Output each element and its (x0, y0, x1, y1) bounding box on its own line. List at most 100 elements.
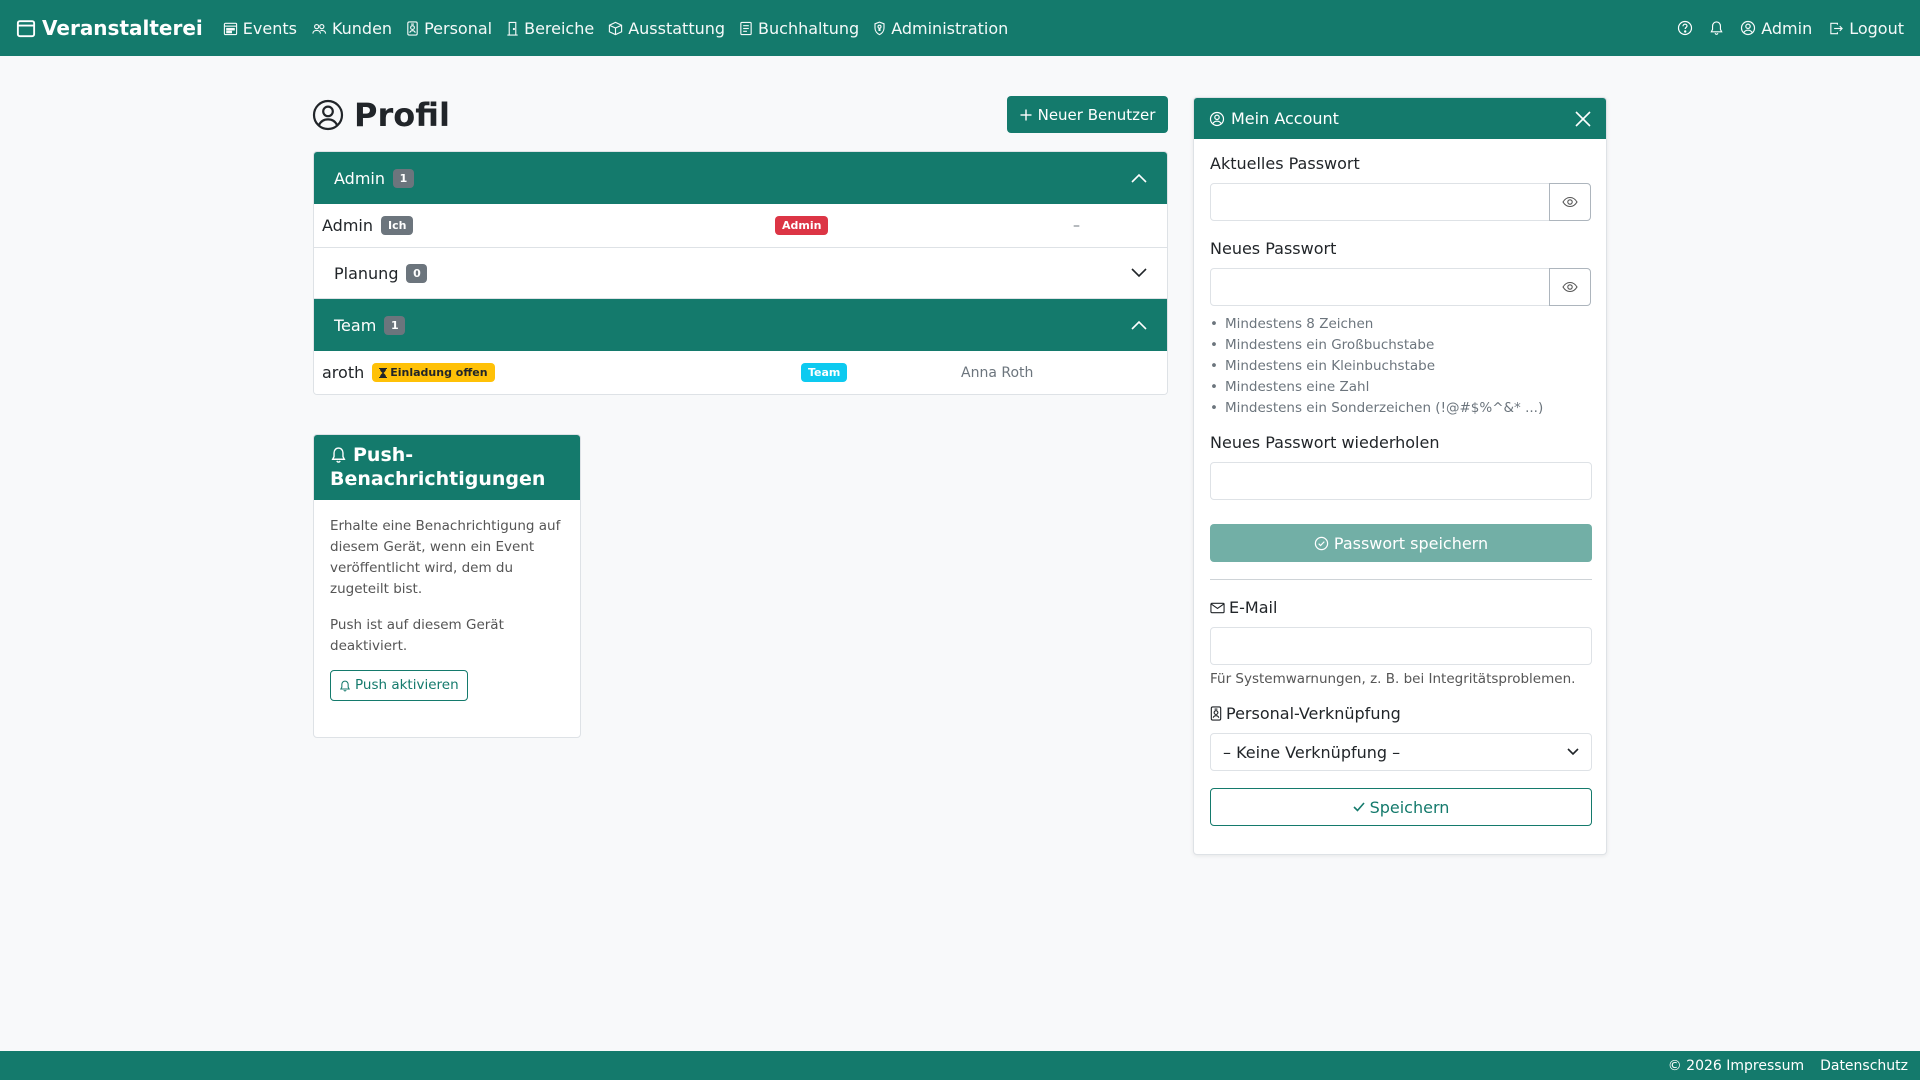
save-account-button[interactable]: Speichern (1210, 788, 1592, 826)
close-icon[interactable] (1575, 110, 1591, 127)
save-password-button[interactable]: Passwort speichern (1210, 524, 1592, 562)
journal-icon (740, 21, 752, 35)
toggle-current-password-button[interactable] (1549, 183, 1591, 221)
push-description: Erhalte eine Benachrichtigung auf diesem… (330, 518, 561, 597)
nav-label-bereiche: Bereiche (524, 18, 595, 38)
user-row-aroth[interactable]: aroth Einladung offen Team Anna Roth (314, 351, 1167, 394)
push-activate-button[interactable]: Push aktivieren (330, 670, 468, 701)
nav-item-events[interactable]: Events (223, 19, 297, 38)
group-name: Planung (334, 263, 399, 283)
nav-label-administration: Administration (891, 18, 1009, 38)
envelope-icon (1210, 602, 1225, 613)
current-password-group (1210, 183, 1592, 221)
repeat-password-input[interactable] (1210, 462, 1592, 500)
logout-icon (1830, 22, 1844, 34)
password-rule: Mindestens eine Zahl (1210, 377, 1590, 398)
password-rules-list: Mindestens 8 Zeichen Mindestens ein Groß… (1210, 314, 1590, 419)
nav-item-bereiche[interactable]: Bereiche (506, 19, 594, 38)
help-button[interactable] (1677, 20, 1693, 36)
role-badge-team: Team (801, 363, 848, 382)
eye-icon (1562, 281, 1578, 293)
user-name: aroth (322, 363, 365, 382)
invitation-badge: Einladung offen (372, 363, 495, 382)
personal-link-select[interactable]: – Keine Verknüpfung – (1210, 733, 1592, 771)
email-input[interactable] (1210, 627, 1592, 665)
personal-link-selected: – Keine Verknüpfung – (1223, 742, 1401, 762)
top-navbar: Veranstalterei Events Kunden Personal Be… (0, 0, 1920, 56)
hourglass-icon (379, 367, 388, 378)
personal-link-label-text: Personal-Verknüpfung (1226, 704, 1401, 723)
person-circle-icon (1741, 20, 1756, 36)
push-card-body: Erhalte eine Benachrichtigung auf diesem… (314, 500, 580, 717)
shield-icon (874, 21, 885, 35)
group-count-badge: 1 (384, 315, 406, 335)
plus-icon (1020, 109, 1032, 120)
new-user-button[interactable]: Neuer Benutzer (1007, 96, 1168, 133)
group-count-badge: 1 (393, 168, 414, 188)
nav-item-buchhaltung[interactable]: Buchhaltung (739, 19, 859, 38)
current-password-input[interactable] (1210, 183, 1550, 221)
page-title-text: Profil (354, 96, 450, 134)
person-circle-icon (312, 99, 344, 131)
notifications-button[interactable] (1709, 20, 1724, 36)
role-badge-admin: Admin (775, 216, 829, 235)
account-panel-header: Mein Account (1194, 98, 1606, 139)
user-groups-accordion: Admin 1 Admin Ich Admin – Planung 0 Team… (313, 151, 1168, 395)
nav-item-kunden[interactable]: Kunden (311, 19, 392, 38)
password-rule: Mindestens ein Großbuchstabe (1210, 335, 1590, 356)
group-count-badge: 0 (406, 263, 428, 283)
repeat-password-label: Neues Passwort wiederholen (1210, 433, 1440, 452)
group-name: Team (334, 315, 377, 335)
bell-icon (1710, 21, 1723, 35)
invitation-label: Einladung offen (390, 366, 488, 379)
toggle-new-password-button[interactable] (1549, 268, 1591, 306)
footer: © 2026 Impressum Datenschutz (0, 1051, 1920, 1080)
account-panel-title: Mein Account (1231, 109, 1339, 128)
linked-person: Anna Roth (961, 364, 1034, 381)
logout-link[interactable]: Logout (1828, 19, 1904, 38)
check-icon (1353, 802, 1365, 812)
push-status: Push ist auf diesem Gerät deaktiviert. (330, 617, 504, 654)
password-rule: Mindestens ein Kleinbuchstabe (1210, 356, 1590, 377)
nav-right: Admin Logout (1677, 19, 1904, 38)
new-password-input[interactable] (1210, 268, 1550, 306)
nav-item-ausstattung[interactable]: Ausstattung (608, 19, 725, 38)
logout-label: Logout (1849, 18, 1904, 38)
user-row-admin[interactable]: Admin Ich Admin – (314, 204, 1167, 247)
privacy-link[interactable]: Datenschutz (1820, 1058, 1908, 1074)
main-nav: Events Kunden Personal Bereiche Ausstatt… (223, 19, 1008, 38)
impressum-link[interactable]: © 2026 Impressum (1668, 1058, 1804, 1074)
email-label-text: E-Mail (1229, 598, 1278, 617)
current-password-label: Aktuelles Passwort (1210, 154, 1360, 173)
push-notifications-card: Push- Benachrichtigungen Erhalte eine Be… (313, 434, 581, 738)
question-circle-icon (1678, 20, 1693, 36)
chevron-up-icon (1131, 320, 1147, 330)
person-badge-icon (1210, 706, 1222, 721)
section-divider (1210, 579, 1592, 580)
nav-label-personal: Personal (424, 18, 493, 38)
group-header-team[interactable]: Team 1 (314, 299, 1167, 351)
nav-item-administration[interactable]: Administration (873, 19, 1008, 38)
save-password-label: Passwort speichern (1333, 533, 1489, 553)
nav-label-buchhaltung: Buchhaltung (758, 18, 860, 38)
brand-link[interactable]: Veranstalterei (16, 16, 203, 40)
group-name: Admin (334, 168, 385, 188)
bell-icon (331, 447, 346, 463)
group-header-admin[interactable]: Admin 1 (314, 152, 1167, 204)
user-menu[interactable]: Admin (1740, 19, 1812, 38)
nav-label-ausstattung: Ausstattung (628, 18, 726, 38)
bell-icon (340, 680, 350, 692)
brand-name: Veranstalterei (42, 16, 203, 40)
personal-link-label: Personal-Verknüpfung (1210, 704, 1590, 723)
eye-icon (1562, 196, 1578, 208)
self-badge: Ich (381, 216, 414, 235)
person-circle-icon (1209, 111, 1225, 126)
push-card-header: Push- Benachrichtigungen (314, 435, 580, 500)
chevron-down-icon (1131, 268, 1147, 278)
push-title-line2: Benachrichtigungen (330, 468, 546, 490)
nav-label-events: Events (242, 18, 297, 38)
save-account-label: Speichern (1369, 797, 1450, 817)
box-icon (609, 21, 623, 35)
group-header-planung[interactable]: Planung 0 (314, 247, 1167, 299)
nav-item-personal[interactable]: Personal (406, 19, 492, 38)
